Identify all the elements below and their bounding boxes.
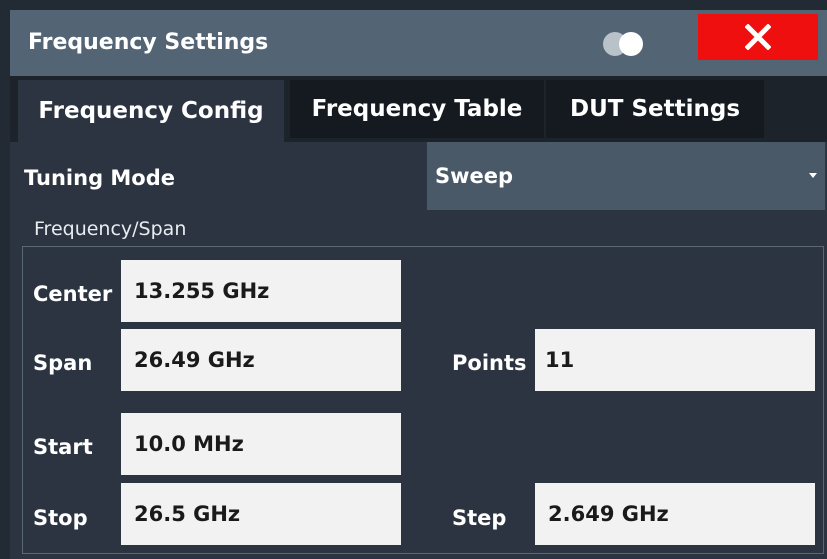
tab-dut-settings[interactable]: DUT Settings (546, 80, 764, 138)
span-label: Span (33, 351, 93, 375)
close-button[interactable] (698, 14, 818, 60)
toggle-icon[interactable] (603, 32, 649, 56)
points-field[interactable]: 11 (535, 329, 815, 391)
tuning-mode-label: Tuning Mode (24, 166, 176, 190)
points-label: Points (452, 351, 527, 375)
center-frequency-field[interactable]: 13.255 GHz (121, 260, 401, 322)
stop-label: Stop (33, 506, 88, 530)
tab-frequency-config[interactable]: Frequency Config (18, 80, 284, 142)
chevron-down-icon (809, 173, 817, 178)
center-label: Center (33, 282, 113, 306)
tab-frequency-table[interactable]: Frequency Table (290, 80, 544, 138)
tuning-mode-dropdown[interactable]: Sweep (427, 142, 825, 210)
tuning-mode-value: Sweep (435, 164, 514, 188)
span-field[interactable]: 26.49 GHz (121, 329, 401, 391)
stop-frequency-field[interactable]: 26.5 GHz (121, 483, 401, 545)
start-frequency-field[interactable]: 10.0 MHz (121, 413, 401, 475)
dialog-title: Frequency Settings (28, 30, 269, 55)
start-label: Start (33, 435, 93, 459)
step-label: Step (452, 506, 507, 530)
frequency-settings-dialog: Frequency Settings Frequency Config Freq… (10, 10, 827, 559)
close-icon (745, 24, 771, 50)
step-field[interactable]: 2.649 GHz (535, 483, 815, 545)
title-bar: Frequency Settings (10, 10, 827, 76)
tab-bar: Frequency Config Frequency Table DUT Set… (10, 76, 827, 142)
frequency-span-group-label: Frequency/Span (34, 218, 187, 240)
